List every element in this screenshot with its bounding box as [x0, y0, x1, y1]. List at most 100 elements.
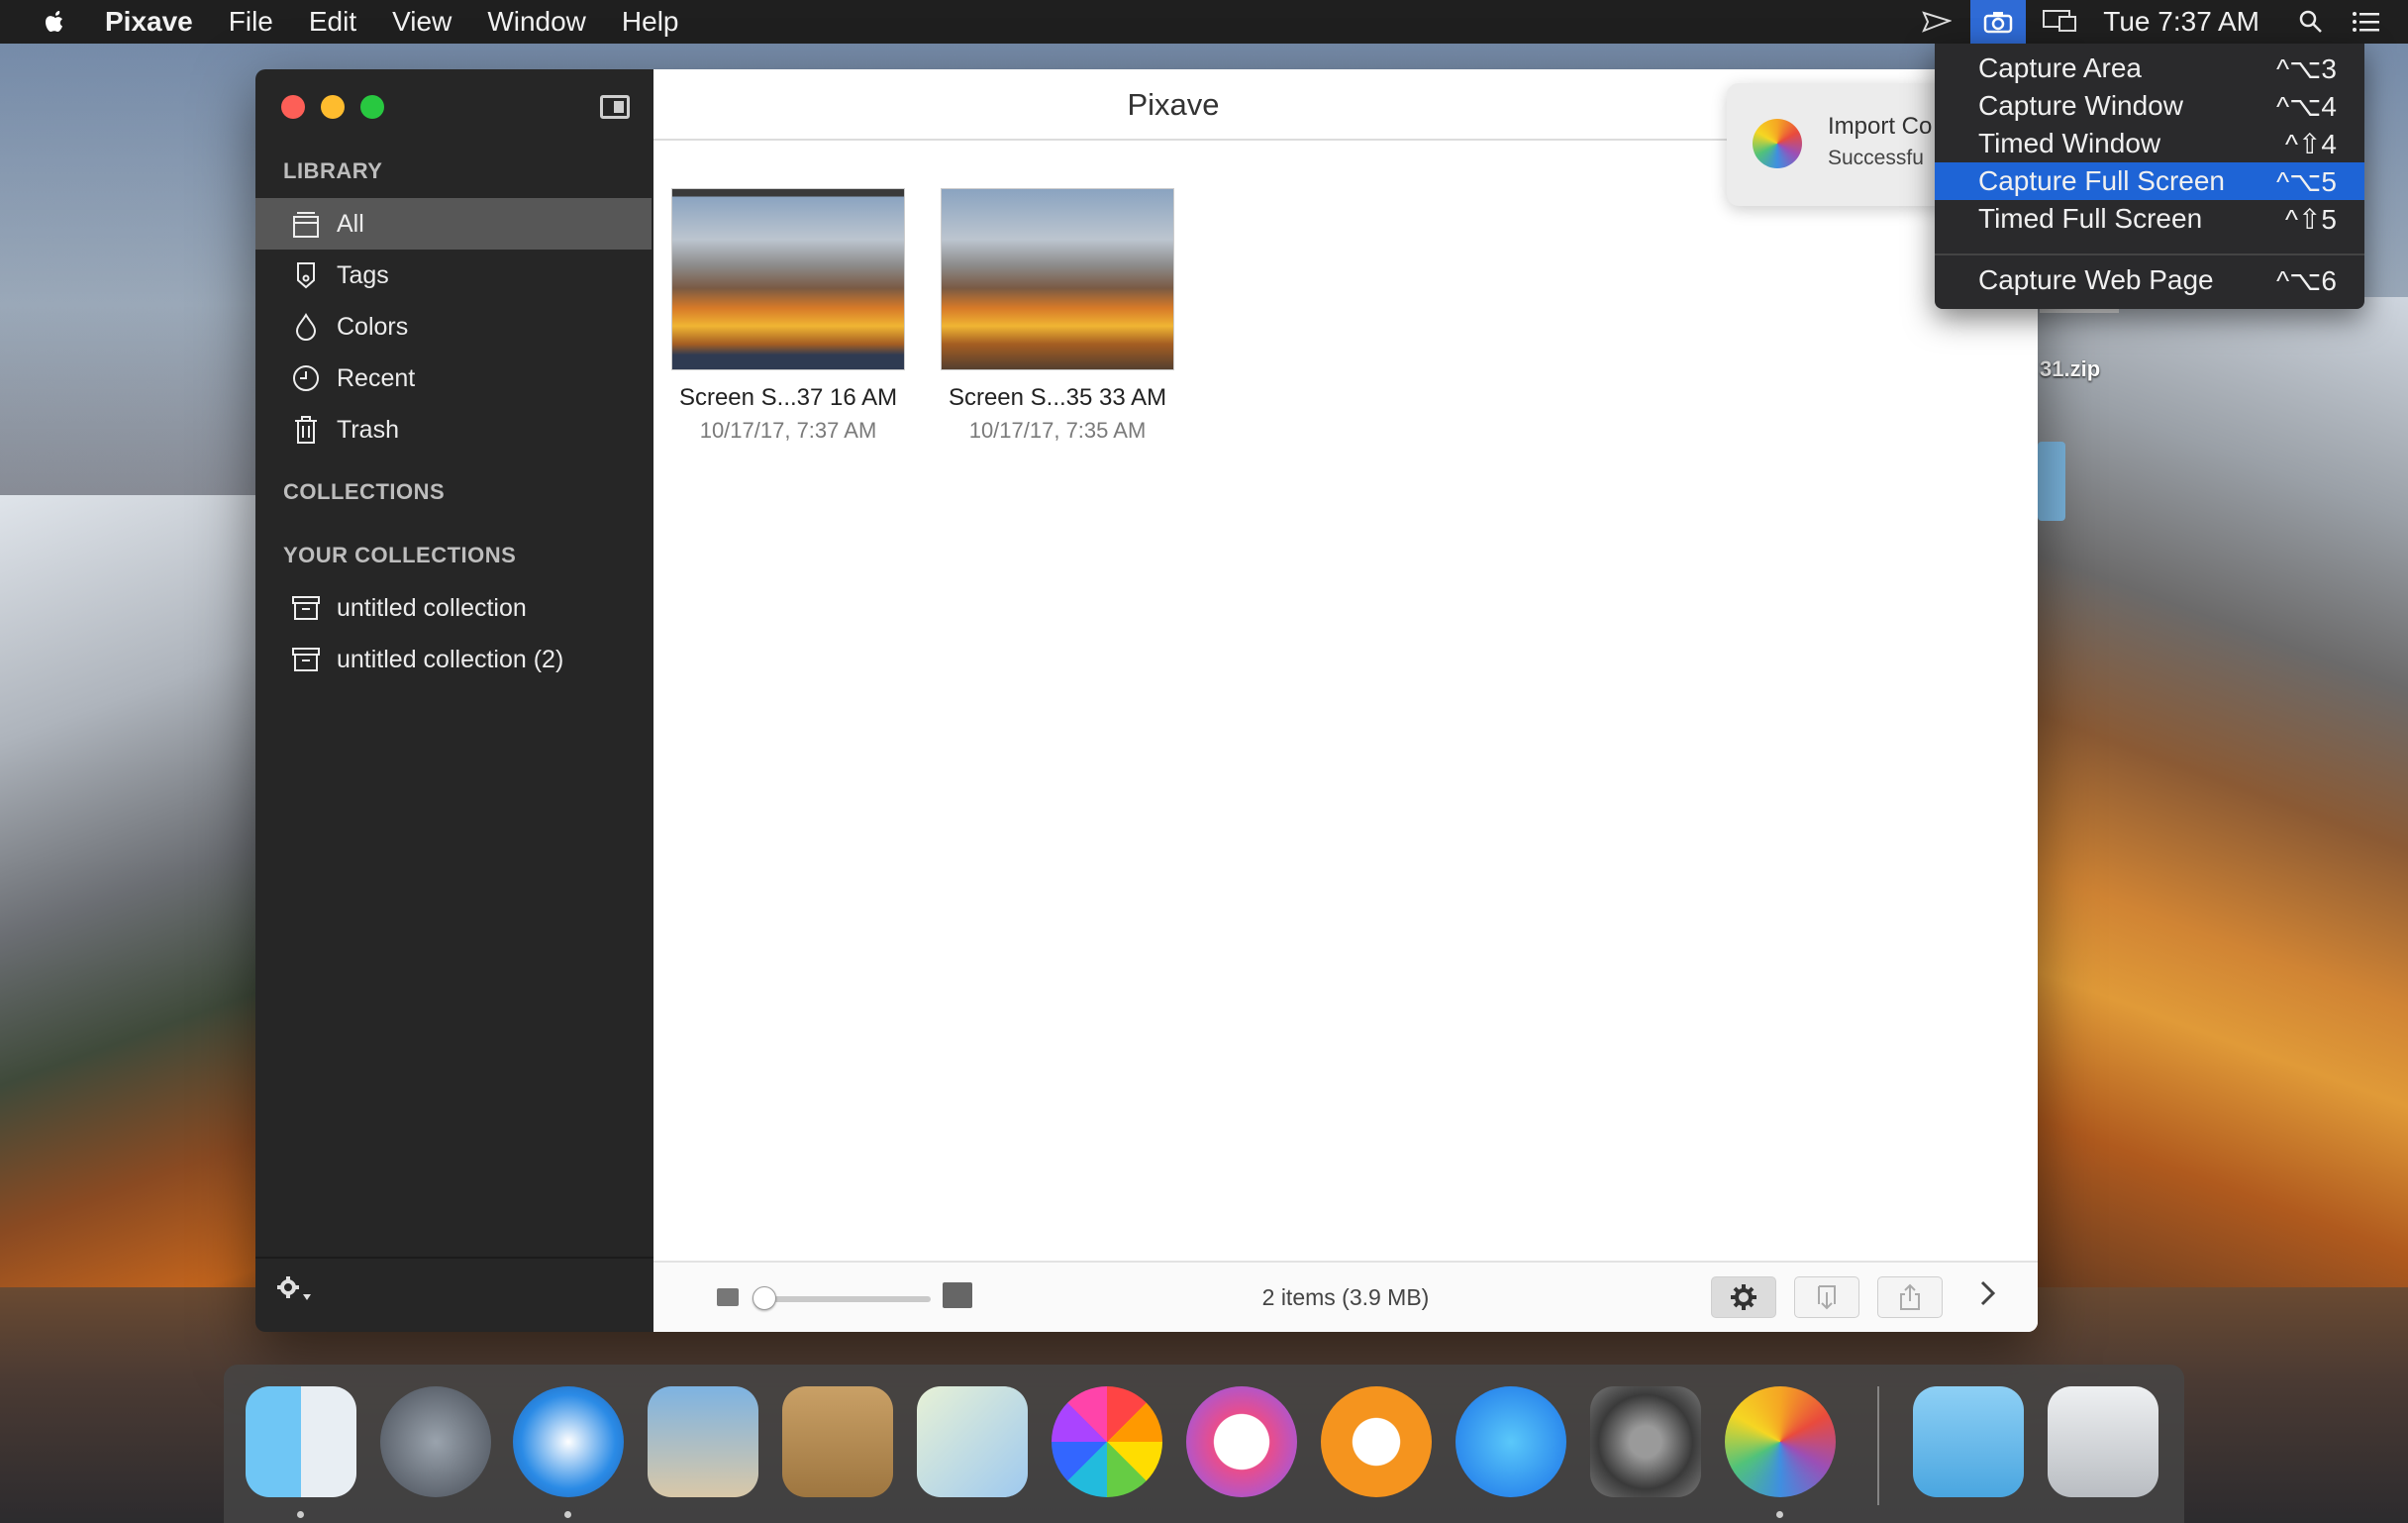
import-notification[interactable]: Import Co Successfu [1727, 83, 1964, 206]
sidebar-item-label: untitled collection [337, 593, 527, 622]
airplay-display-icon[interactable] [2038, 0, 2081, 44]
app-store-icon[interactable] [1455, 1386, 1566, 1497]
tag-icon [291, 260, 321, 290]
droplet-icon [291, 312, 321, 342]
notification-title: Import Co [1828, 113, 1933, 140]
photos-icon[interactable] [1052, 1386, 1162, 1497]
itunes-icon[interactable] [1186, 1386, 1297, 1497]
menu-item-label: Capture Window [1978, 90, 2183, 121]
sidebar-item-tags[interactable]: Tags [255, 250, 652, 301]
sidebar-item-label: All [337, 209, 364, 238]
pixave-app-icon [1753, 119, 1802, 168]
menu-capture-window[interactable]: Capture Window ^⌥4 [1935, 87, 2364, 125]
sidebar-item-colors[interactable]: Colors [255, 301, 652, 353]
menu-item-label: Timed Window [1978, 128, 2161, 158]
menu-help[interactable]: Help [622, 6, 679, 38]
sidebar-action-gear-icon[interactable] [275, 1274, 315, 1312]
menu-item-shortcut: ^⇧4 [2284, 128, 2337, 159]
sidebar-toggle-icon[interactable] [600, 95, 630, 119]
maps-icon[interactable] [917, 1386, 1028, 1497]
contacts-icon[interactable] [782, 1386, 893, 1497]
menu-item-label: Capture Full Screen [1978, 165, 2226, 196]
menu-edit[interactable]: Edit [309, 6, 356, 38]
chevron-right-icon[interactable] [1978, 1276, 1998, 1319]
minimize-button[interactable] [321, 95, 345, 119]
import-button[interactable] [1794, 1276, 1859, 1318]
sidebar-item-label: Colors [337, 312, 409, 341]
safari-icon[interactable] [513, 1386, 624, 1497]
desktop-file-label[interactable]: 31.zip [2040, 356, 2100, 382]
menu-app-name[interactable]: Pixave [105, 6, 193, 38]
menu-item-label: Capture Web Page [1978, 264, 2214, 295]
camera-menu-icon[interactable] [1970, 0, 2027, 44]
sidebar-item-all[interactable]: All [255, 198, 652, 250]
menu-window[interactable]: Window [487, 6, 586, 38]
menu-item-shortcut: ^⇧5 [2284, 203, 2337, 235]
sidebar-item-collection[interactable]: untitled collection [255, 582, 652, 634]
wallpaper-mountain-left [0, 495, 257, 1386]
sidebar-divider [255, 1257, 653, 1259]
trash-can-icon[interactable] [2048, 1386, 2158, 1497]
tray-icon [291, 209, 321, 239]
thumbnail-image[interactable] [941, 188, 1174, 370]
close-button[interactable] [281, 95, 305, 119]
launchpad-icon[interactable] [380, 1386, 491, 1497]
send-status-icon[interactable] [1915, 0, 1958, 44]
menu-view[interactable]: View [392, 6, 452, 38]
pixave-window: LIBRARY All Tags Colors Recent Trash COL… [255, 69, 2038, 1332]
sidebar: LIBRARY All Tags Colors Recent Trash COL… [255, 69, 653, 1332]
menu-file[interactable]: File [229, 6, 273, 38]
running-indicator [1776, 1511, 1783, 1518]
thumbnail-name: Screen S...35 33 AM [948, 384, 1167, 411]
menu-timed-window[interactable]: Timed Window ^⇧4 [1935, 125, 2364, 162]
dock [224, 1365, 2184, 1523]
trash-icon [291, 415, 321, 445]
collection-box-icon [291, 645, 321, 674]
your-collections-header: YOUR COLLECTIONS [283, 543, 517, 567]
finder-icon[interactable] [246, 1386, 356, 1497]
menu-item-label: Timed Full Screen [1978, 203, 2203, 234]
mail-icon[interactable] [648, 1386, 758, 1497]
pixave-icon[interactable] [1725, 1386, 1836, 1497]
thumbnail-date: 10/17/17, 7:37 AM [699, 418, 877, 443]
system-preferences-icon[interactable] [1590, 1386, 1701, 1497]
share-button[interactable] [1877, 1276, 1943, 1318]
apple-menu-icon[interactable] [40, 7, 69, 37]
thumbnail-item[interactable]: Screen S...35 33 AM 10/17/17, 7:35 AM [941, 188, 1174, 444]
menu-timed-full-screen[interactable]: Timed Full Screen ^⇧5 [1935, 200, 2364, 238]
zoom-button[interactable] [360, 95, 384, 119]
sidebar-item-label: Tags [337, 260, 389, 289]
wallpaper-mountain-right [2030, 297, 2408, 1386]
sidebar-item-collection-2[interactable]: untitled collection (2) [255, 634, 652, 685]
dock-separator [1877, 1386, 1879, 1505]
menu-capture-web-page[interactable]: Capture Web Page ^⌥6 [1935, 261, 2364, 299]
notification-body: Successfu [1828, 147, 1924, 169]
thumbnail-item[interactable]: Screen S...37 16 AM 10/17/17, 7:37 AM [671, 188, 905, 444]
clock-icon [291, 363, 321, 393]
menu-capture-full-screen[interactable]: Capture Full Screen ^⌥5 [1935, 162, 2364, 200]
sidebar-item-label: untitled collection (2) [337, 645, 564, 673]
menu-item-label: Capture Area [1978, 52, 2142, 83]
sidebar-item-recent[interactable]: Recent [255, 353, 652, 404]
settings-gear-button[interactable] [1711, 1276, 1776, 1318]
main-content: Pixave Screen S...37 16 AM 10/17/17, 7:3… [653, 69, 2038, 1332]
notification-center-icon[interactable] [2345, 0, 2388, 44]
downloads-folder-icon[interactable] [1913, 1386, 2024, 1497]
window-controls [281, 95, 384, 119]
thumbnail-name: Screen S...37 16 AM [678, 384, 898, 411]
ibooks-icon[interactable] [1321, 1386, 1432, 1497]
desktop-folder-icon[interactable] [2038, 442, 2065, 521]
sidebar-item-label: Trash [337, 415, 399, 444]
status-bar: 2 items (3.9 MB) [653, 1261, 2038, 1332]
menubar-clock[interactable]: Tue 7:37 AM [2103, 6, 2259, 38]
window-title: Pixave [1127, 87, 1220, 122]
spotlight-search-icon[interactable] [2289, 0, 2333, 44]
menu-item-shortcut: ^⌥4 [2276, 90, 2337, 122]
sidebar-item-trash[interactable]: Trash [255, 404, 652, 456]
thumbnail-date: 10/17/17, 7:35 AM [968, 418, 1147, 443]
running-indicator [564, 1511, 571, 1518]
thumbnail-image[interactable] [671, 188, 905, 370]
collections-header[interactable]: COLLECTIONS [283, 479, 445, 505]
menu-item-shortcut: ^⌥3 [2276, 52, 2337, 84]
menu-capture-area[interactable]: Capture Area ^⌥3 [1935, 50, 2364, 87]
